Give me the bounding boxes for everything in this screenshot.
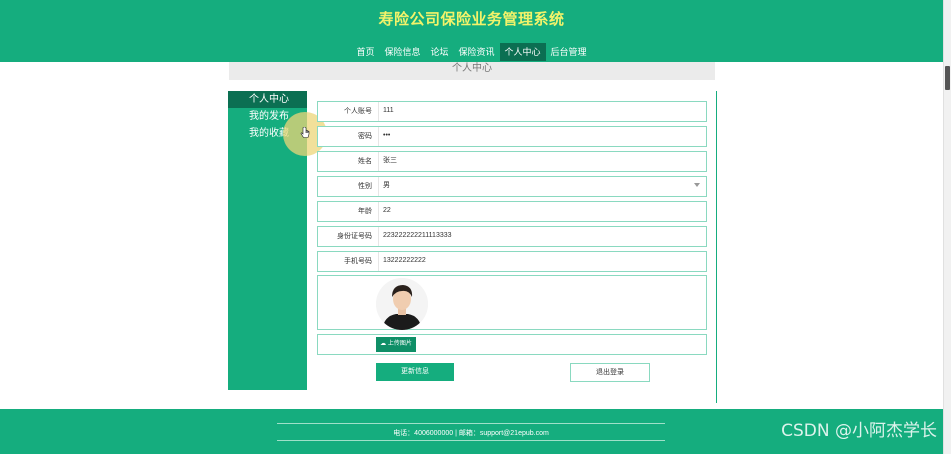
nav-item-insurance-info[interactable]: 保险信息 (379, 43, 425, 61)
scrollbar[interactable] (943, 0, 951, 454)
footer-divider (277, 423, 665, 424)
footer-divider (277, 440, 665, 441)
form-row-id-number: 身份证号码 223222222211113333 (317, 226, 707, 247)
header: 寿险公司保险业务管理系统 首页 保险信息 论坛 保险资讯 个人中心 后台管理 (0, 0, 943, 62)
nav-item-forum[interactable]: 论坛 (425, 43, 453, 61)
photo-box (317, 275, 707, 330)
avatar (376, 278, 428, 330)
age-input[interactable]: 22 (378, 202, 702, 221)
footer-contact: 电话：4006000000 | 邮箱：support@21epub.com (393, 430, 549, 437)
field-label: 性别 (358, 183, 372, 190)
scrollbar-thumb[interactable] (945, 66, 950, 90)
form-row-name: 姓名 张三 (317, 151, 707, 172)
form-row-gender: 性别 男 (317, 176, 707, 197)
update-info-button[interactable]: 更新信息 (376, 363, 454, 381)
form-row-age: 年龄 22 (317, 201, 707, 222)
nav-item-admin[interactable]: 后台管理 (546, 43, 592, 61)
nav-item-home[interactable]: 首页 (351, 43, 379, 61)
nav-item-personal-center[interactable]: 个人中心 (499, 43, 546, 61)
cloud-upload-icon: ☁ (380, 341, 387, 347)
form-row-password: 密码 ••• (317, 126, 707, 147)
main-nav: 首页 保险信息 论坛 保险资讯 个人中心 后台管理 (0, 43, 943, 61)
gender-select[interactable]: 男 (378, 177, 702, 196)
upload-image-button[interactable]: ☁ 上传图片 (376, 337, 416, 352)
account-input[interactable]: 111 (378, 102, 702, 121)
site-title: 寿险公司保险业务管理系统 (378, 11, 565, 28)
sidebar-item-personal-center[interactable]: 个人中心 (228, 91, 307, 108)
field-label: 手机号码 (344, 258, 372, 265)
field-label: 年龄 (358, 208, 372, 215)
form-row-phone: 手机号码 13222222222 (317, 251, 707, 272)
form-row-account: 个人账号 111 (317, 101, 707, 122)
field-label: 个人账号 (344, 108, 372, 115)
hand-cursor-icon (300, 127, 310, 138)
id-number-input[interactable]: 223222222211113333 (378, 227, 702, 246)
field-label: 姓名 (358, 158, 372, 165)
chevron-down-icon (694, 183, 700, 187)
section-title: 个人中心 (229, 62, 715, 80)
logout-button[interactable]: 退出登录 (570, 363, 650, 382)
name-input[interactable]: 张三 (378, 152, 702, 171)
password-input[interactable]: ••• (378, 127, 702, 146)
watermark: CSDN @小阿杰学长 (781, 421, 937, 441)
upload-label: 上传图片 (387, 341, 412, 347)
field-label: 密码 (358, 133, 372, 140)
phone-input[interactable]: 13222222222 (378, 252, 702, 271)
profile-form: 个人账号 111 密码 ••• 姓名 张三 性别 男 年龄 22 身份证号码 2… (314, 91, 717, 403)
avatar-portrait-icon (376, 278, 428, 330)
page: 寿险公司保险业务管理系统 首页 保险信息 论坛 保险资讯 个人中心 后台管理 个… (0, 0, 951, 454)
upload-row: ☁ 上传图片 (317, 334, 707, 355)
nav-item-insurance-news[interactable]: 保险资讯 (454, 43, 500, 61)
field-label: 身份证号码 (337, 233, 372, 240)
